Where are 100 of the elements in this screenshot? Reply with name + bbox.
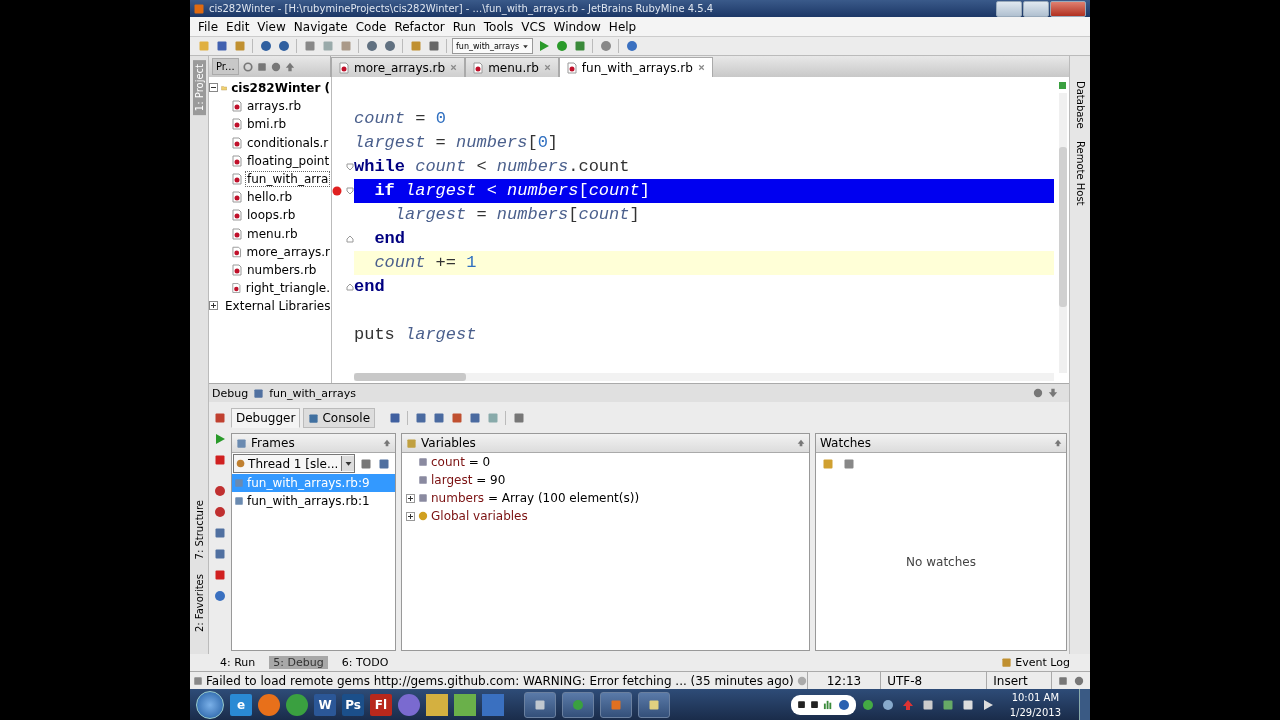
taskbar-app-icon[interactable]	[426, 693, 448, 716]
ruby-file-icon	[231, 191, 243, 204]
tree-item[interactable]: floating_point	[246, 153, 331, 168]
target-icon	[242, 61, 253, 72]
tree-item[interactable]: hello.rb	[246, 190, 294, 205]
expand-toggle-icon[interactable]	[406, 511, 415, 521]
menu-item[interactable]: Help	[604, 19, 641, 34]
thread-dropdown[interactable]: Thread 1 [sle...	[233, 454, 355, 473]
tree-item[interactable]: numbers.rb	[246, 262, 318, 277]
variable-item[interactable]: largest = 90	[431, 473, 506, 487]
taskbar-app-icon[interactable]	[398, 693, 420, 716]
vertical-scrollbar[interactable]	[1059, 93, 1067, 373]
tree-item[interactable]: conditionals.r	[246, 135, 330, 150]
taskbar-app[interactable]: Fl	[370, 693, 392, 716]
menu-item[interactable]: Window	[549, 19, 605, 34]
tree-item[interactable]: External Libraries	[224, 299, 331, 314]
ruby-file-icon	[231, 154, 243, 167]
side-tab[interactable]: 2: Favorites	[192, 569, 206, 636]
volume-icon	[981, 698, 994, 711]
app-icon	[193, 2, 205, 15]
variable-item[interactable]: Global variables	[431, 509, 528, 523]
code-line: largest = numbers[count]	[393, 204, 641, 226]
project-view-tab[interactable]: Pr...	[212, 58, 239, 75]
tree-item[interactable]: right_triangle.	[244, 281, 331, 296]
menu-item[interactable]: Tools	[479, 19, 518, 34]
taskbar-window-button[interactable]	[638, 691, 670, 718]
menu-item[interactable]: Code	[351, 19, 391, 34]
browser-icon	[572, 698, 584, 711]
tree-item[interactable]: bmi.rb	[246, 117, 287, 132]
menu-item[interactable]: View	[253, 19, 290, 34]
taskbar-app-icon[interactable]	[286, 693, 308, 716]
level-icon	[822, 699, 834, 710]
tool-window-tab[interactable]: 5: Debug	[269, 656, 328, 669]
fold-marker-icon[interactable]	[346, 283, 354, 291]
show-desktop-button[interactable]	[1079, 689, 1090, 720]
breakpoint-icon[interactable]	[332, 186, 342, 196]
tree-item[interactable]: menu.rb	[246, 226, 299, 241]
taskbar-window-button[interactable]	[524, 691, 556, 718]
tree-item[interactable]: loops.rb	[246, 208, 297, 223]
menu-item[interactable]: Refactor	[390, 19, 449, 34]
fold-marker-icon[interactable]	[346, 163, 354, 171]
debug-tab[interactable]: Debugger	[231, 408, 301, 428]
menu-item[interactable]: Edit	[222, 19, 254, 34]
start-button[interactable]	[196, 690, 224, 719]
ruby-file-icon	[231, 100, 243, 113]
clock-date[interactable]: 1/29/2013	[1009, 704, 1061, 720]
menu-item[interactable]: Run	[448, 19, 480, 34]
side-tab[interactable]: Remote Host	[1073, 137, 1087, 209]
expand-toggle-icon[interactable]	[406, 493, 415, 503]
taskbar-app-icon[interactable]	[454, 693, 476, 716]
minimize-button[interactable]	[996, 0, 1022, 17]
menu-item[interactable]: File	[194, 19, 223, 34]
close-button[interactable]	[1050, 0, 1086, 17]
ruby-file-icon	[231, 136, 243, 149]
editor-tab[interactable]: more_arrays.rb	[331, 57, 466, 77]
taskbar-app[interactable]: Ps	[342, 693, 364, 716]
panel-title: Frames	[251, 436, 296, 450]
ruby-file-icon	[231, 263, 243, 276]
tree-item[interactable]: arrays.rb	[246, 99, 303, 114]
fold-marker-icon[interactable]	[346, 235, 354, 243]
fold-marker-icon[interactable]	[346, 187, 354, 195]
taskbar-app-icon[interactable]	[258, 693, 280, 716]
recorder-icon	[837, 698, 850, 711]
code-line: end	[354, 276, 386, 298]
code-line: count = 0	[354, 108, 447, 130]
tree-item[interactable]: fun_with_arra	[246, 172, 330, 187]
side-tab[interactable]: Database	[1073, 78, 1087, 132]
side-tab[interactable]: 7: Structure	[192, 496, 206, 564]
taskbar-app[interactable]: e	[230, 693, 252, 716]
variable-item[interactable]: numbers = Array (100 element(s))	[431, 491, 640, 505]
debug-icon[interactable]	[554, 38, 570, 54]
run-config-dropdown[interactable]: fun_with_arrays	[452, 38, 534, 54]
editor-tab[interactable]: menu.rb	[465, 57, 559, 77]
event-log-button[interactable]: Event Log	[1001, 656, 1070, 669]
ruby-file-icon	[231, 209, 243, 222]
caret-icon	[343, 459, 353, 468]
menu-item[interactable]: Navigate	[289, 19, 352, 34]
clock-time[interactable]: 10:01 AM	[1011, 689, 1060, 705]
maximize-button[interactable]	[1023, 0, 1049, 17]
tree-item[interactable]: cis282Winter (	[230, 81, 331, 96]
debug-config-name: fun_with_arrays	[269, 386, 356, 400]
globals-icon	[418, 511, 428, 521]
tool-window-tab[interactable]: 6: TODO	[337, 656, 393, 669]
ruby-file-icon	[338, 61, 350, 74]
variable-item[interactable]: count = 0	[431, 455, 491, 469]
menu-item[interactable]: VCS	[517, 19, 550, 34]
taskbar-window-button[interactable]	[562, 691, 594, 718]
status-message: Failed to load remote gems http://gems.github.com: WARNING: Error fetching ... (35 minutes ago)	[206, 673, 794, 688]
tool-window-tab[interactable]: 4: Run	[216, 656, 260, 669]
panel-title: Watches	[820, 436, 872, 450]
recorder-controls[interactable]	[790, 694, 856, 715]
taskbar-window-button[interactable]	[600, 691, 632, 718]
horizontal-scrollbar[interactable]	[354, 373, 1054, 381]
editor-tab[interactable]: fun_with_arrays.rb	[558, 57, 713, 77]
taskbar-app[interactable]: W	[314, 693, 336, 716]
tree-item[interactable]: more_arrays.r	[245, 244, 331, 259]
ruby-file-icon	[565, 61, 578, 74]
code-line: puts largest	[354, 324, 478, 346]
debug-tab[interactable]: Console	[303, 408, 376, 428]
frame-item[interactable]: fun_with_arrays.rb:1	[232, 492, 395, 510]
